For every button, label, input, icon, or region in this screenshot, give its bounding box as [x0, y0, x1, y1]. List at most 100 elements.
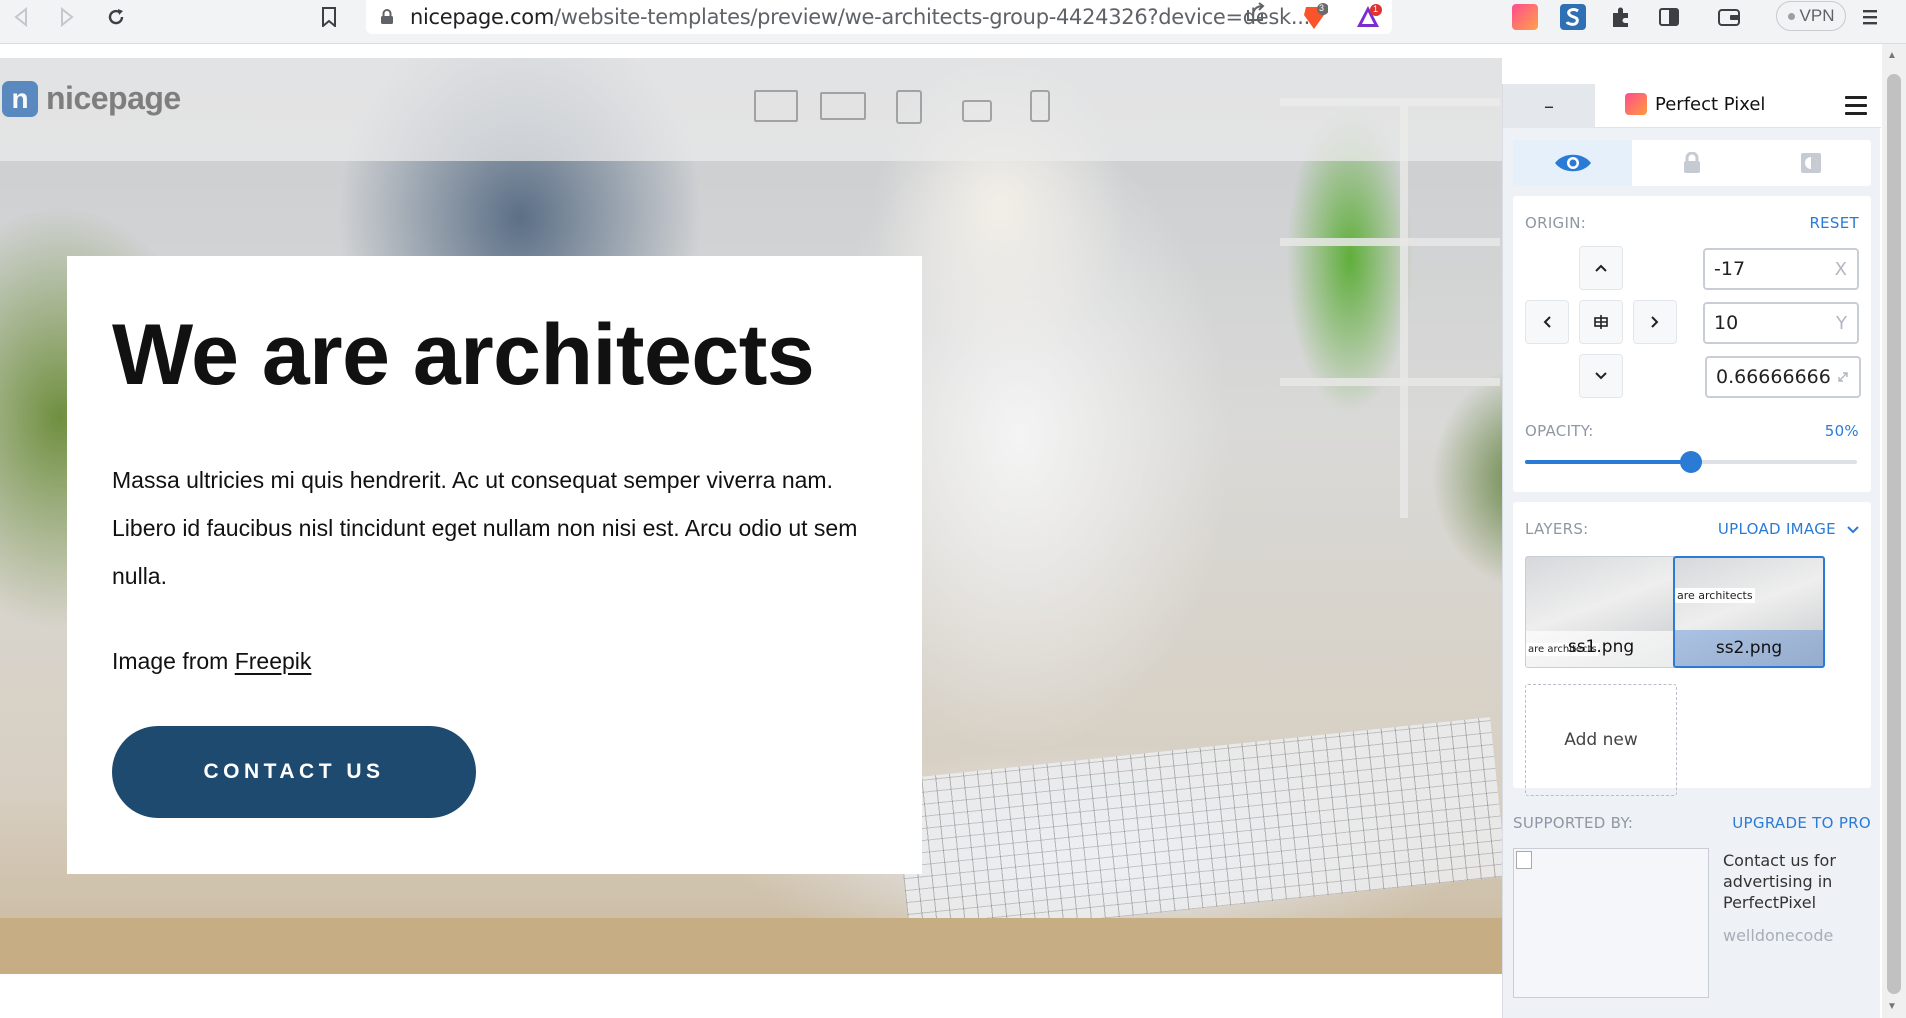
opacity-slider-fill	[1525, 460, 1691, 464]
sidebar-toggle-icon[interactable]	[1656, 4, 1682, 30]
move-up-button[interactable]	[1579, 246, 1623, 290]
sponsor-image[interactable]	[1513, 848, 1709, 998]
upload-image-button[interactable]: UPLOAD IMAGE	[1718, 520, 1859, 538]
hero-description: Massa ultricies mi quis hendrerit. Ac ut…	[112, 467, 858, 589]
hero-title: We are architects	[112, 307, 815, 403]
invert-icon	[1801, 153, 1822, 173]
phone-landscape-device-icon[interactable]	[962, 100, 992, 122]
reset-button[interactable]: RESET	[1809, 214, 1859, 232]
scroll-down-icon[interactable]: ▼	[1887, 1001, 1897, 1012]
tab-invert[interactable]	[1752, 140, 1871, 186]
page-viewport: n nicepage We are architects Massa ultri…	[0, 58, 1502, 974]
pp-header: – Perfect Pixel	[1503, 84, 1881, 128]
move-left-button[interactable]	[1525, 300, 1569, 344]
desktop-device-icon[interactable]	[754, 90, 798, 122]
layer-name: ss2.png	[1715, 638, 1783, 658]
credit-prefix: Image from	[112, 648, 235, 674]
chevron-left-icon	[1543, 316, 1551, 328]
laptop-device-icon[interactable]	[820, 92, 866, 120]
nicepage-logo-mark-icon: n	[2, 80, 38, 117]
sponsor-by-link[interactable]: welldonecode	[1723, 926, 1833, 945]
vpn-button[interactable]: VPN	[1776, 1, 1846, 31]
scrollbar-thumb[interactable]	[1887, 74, 1901, 994]
image-credit: Image from Freepik	[112, 648, 311, 675]
minimize-button[interactable]: –	[1503, 84, 1595, 128]
browser-toolbar: nicepage.com/website-templates/preview/w…	[0, 0, 1906, 44]
forward-icon[interactable]	[52, 2, 82, 32]
page-scrollbar[interactable]: ▲ ▼	[1882, 44, 1906, 1018]
tab-visibility[interactable]	[1513, 140, 1633, 186]
chevron-down-icon	[1595, 372, 1607, 380]
layers-section: LAYERS: UPLOAD IMAGE are architects ss1.…	[1513, 502, 1871, 796]
supported-by-label: SUPPORTED BY:	[1513, 814, 1634, 832]
shield-count: 3	[1319, 3, 1325, 13]
pp-title-text: Perfect Pixel	[1655, 93, 1766, 115]
rewards-count: 1	[1373, 4, 1379, 14]
origin-y-value: 10	[1714, 312, 1739, 334]
tab-lock[interactable]	[1632, 140, 1751, 186]
layer-thumbnail-ss2[interactable]: are architects ss2.png	[1673, 556, 1825, 668]
contact-us-button[interactable]: CONTACT US	[112, 726, 476, 818]
origin-label: ORIGIN:	[1525, 214, 1587, 232]
chevron-down-icon	[1847, 526, 1859, 534]
origin-x-suffix: X	[1834, 259, 1847, 280]
reload-icon[interactable]	[101, 2, 131, 32]
browser-menu-icon[interactable]	[1860, 4, 1886, 30]
extensions-puzzle-icon[interactable]	[1608, 4, 1634, 30]
brave-rewards-icon[interactable]: 1	[1354, 3, 1382, 31]
add-new-layer-button[interactable]: Add new	[1525, 684, 1677, 796]
perfect-pixel-logo-icon	[1625, 93, 1647, 115]
mode-tabs	[1513, 140, 1871, 186]
center-button[interactable]	[1579, 300, 1623, 344]
sponsor-text[interactable]: Contact us for advertising in PerfectPix…	[1723, 850, 1873, 913]
pp-title: Perfect Pixel	[1625, 93, 1765, 115]
center-icon	[1594, 315, 1608, 329]
hero-card: We are architects Massa ultricies mi qui…	[67, 256, 922, 874]
move-right-button[interactable]	[1633, 300, 1677, 344]
origin-x-value: -17	[1714, 258, 1746, 280]
upload-image-label: UPLOAD IMAGE	[1717, 520, 1836, 538]
opacity-slider-handle[interactable]	[1680, 451, 1702, 473]
share-icon[interactable]	[1244, 2, 1266, 28]
site-header: n nicepage	[0, 58, 1502, 161]
opacity-label: OPACITY:	[1525, 422, 1594, 440]
upgrade-to-pro-link[interactable]: UPGRADE TO PRO	[1732, 814, 1871, 832]
scroll-up-icon[interactable]: ▲	[1887, 50, 1897, 61]
origin-section: ORIGIN: RESET -17 X 10 Y 0.66666666 OPAC…	[1513, 196, 1871, 492]
phone-device-icon[interactable]	[1030, 90, 1050, 122]
scale-input[interactable]: 0.66666666	[1705, 356, 1861, 398]
vpn-status-dot	[1787, 12, 1795, 20]
perfect-pixel-extension-icon[interactable]	[1512, 4, 1538, 30]
freepik-link[interactable]: Freepik	[235, 648, 312, 674]
lock-icon	[380, 9, 396, 25]
lock-icon	[1683, 152, 1700, 173]
origin-y-input[interactable]: 10 Y	[1703, 302, 1859, 344]
vpn-label: VPN	[1799, 6, 1835, 25]
brave-shield-icon[interactable]: 3	[1300, 3, 1329, 31]
perfect-pixel-panel: – Perfect Pixel ORIGIN: RESET -17 X 10 Y…	[1502, 84, 1881, 1018]
s-extension-icon[interactable]	[1560, 4, 1586, 30]
hamburger-menu-icon[interactable]	[1845, 96, 1867, 120]
layer-name: ss1.png	[1567, 637, 1635, 657]
tablet-device-icon[interactable]	[896, 90, 922, 124]
origin-y-suffix: Y	[1836, 313, 1847, 334]
layer-snippet: are architects	[1675, 588, 1755, 603]
eye-icon	[1554, 154, 1591, 172]
wallet-icon[interactable]	[1716, 4, 1742, 30]
chevron-right-icon	[1651, 316, 1659, 328]
nicepage-logo[interactable]: n nicepage	[2, 80, 181, 117]
layers-label: LAYERS:	[1525, 520, 1589, 538]
origin-x-input[interactable]: -17 X	[1703, 248, 1859, 290]
url-text: nicepage.com/website-templates/preview/w…	[410, 5, 1311, 29]
opacity-value: 50%	[1824, 422, 1859, 440]
bookmark-icon[interactable]	[314, 2, 344, 32]
chevron-up-icon	[1595, 264, 1607, 272]
broken-image-icon	[1516, 851, 1532, 869]
back-icon[interactable]	[6, 2, 36, 32]
layer-thumbnail-ss1[interactable]: are architects ss1.png	[1525, 556, 1677, 668]
scale-value: 0.66666666	[1716, 366, 1831, 388]
address-bar[interactable]: nicepage.com/website-templates/preview/w…	[366, 0, 1392, 34]
logo-text: nicepage	[46, 80, 181, 116]
move-down-button[interactable]	[1579, 354, 1623, 398]
opacity-slider[interactable]	[1525, 451, 1857, 473]
